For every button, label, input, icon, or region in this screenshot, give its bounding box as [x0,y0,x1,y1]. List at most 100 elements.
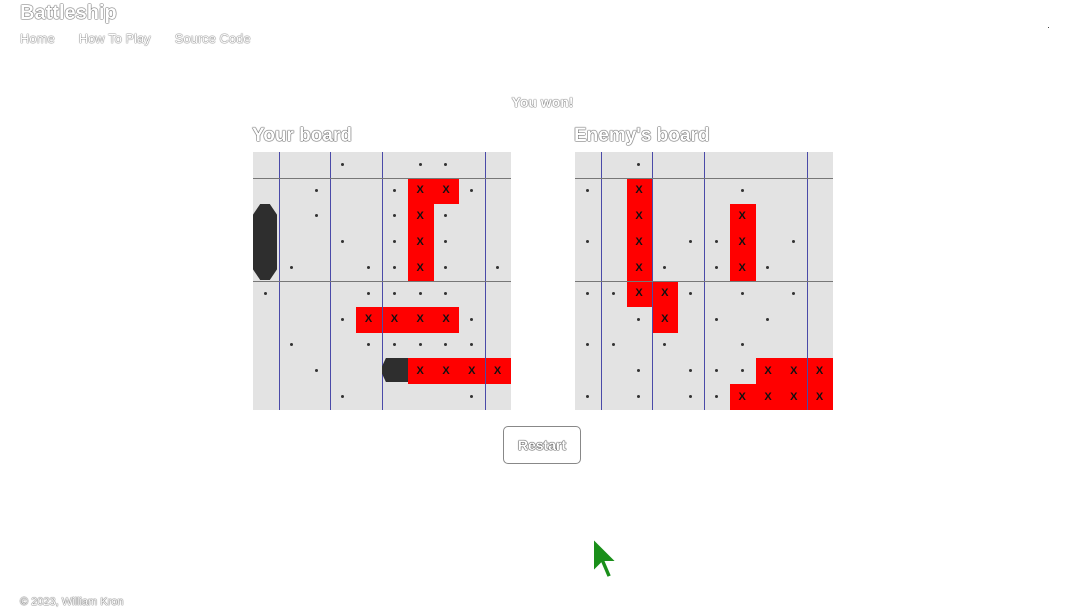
board-cell[interactable] [678,204,704,230]
board-cell[interactable] [807,204,833,230]
board-cell[interactable] [807,307,833,333]
board-cell[interactable] [756,204,782,230]
board-cell[interactable]: X [781,358,808,385]
board-cell[interactable] [601,255,627,281]
board-cell[interactable] [652,204,678,230]
board-cell[interactable] [652,358,678,384]
board-cell[interactable] [652,152,678,178]
board-cell[interactable] [678,152,704,178]
board-cell[interactable]: X [652,280,679,307]
board-cell[interactable] [575,358,601,384]
restart-button[interactable]: Restart [503,426,581,464]
board-cell[interactable] [575,178,601,204]
board-cell[interactable] [807,281,833,307]
board-cell[interactable] [756,255,782,281]
board-cell[interactable] [730,307,756,333]
nav-source-code-link[interactable]: Source Code [175,31,251,46]
board-cell[interactable] [756,333,782,359]
board-cell[interactable] [781,255,807,281]
board-cell[interactable]: X [729,255,756,281]
board-cell[interactable] [781,204,807,230]
board-cell[interactable] [807,333,833,359]
board-cell[interactable] [781,333,807,359]
board-cell[interactable] [678,229,704,255]
board-cell[interactable]: X [781,384,808,410]
board-cell[interactable]: X [626,255,653,281]
board-cell[interactable] [730,152,756,178]
board-cell[interactable]: X [807,384,833,410]
board-cell[interactable] [807,178,833,204]
nav-home-link[interactable]: Home [20,31,55,46]
board-cell[interactable] [730,178,756,204]
board-cell[interactable] [601,152,627,178]
board-cell[interactable] [756,229,782,255]
board-cell[interactable] [627,384,653,410]
board-cell[interactable] [601,178,627,204]
board-cell[interactable] [575,229,601,255]
board-cell[interactable] [601,204,627,230]
board-cell[interactable] [575,333,601,359]
enemy-board[interactable]: XXXXXXXXXXXXXXXXX [575,152,833,410]
board-cell[interactable] [704,229,730,255]
board-cell[interactable] [601,281,627,307]
board-cell[interactable]: X [626,280,653,307]
board-cell[interactable] [781,307,807,333]
board-cell[interactable] [652,255,678,281]
board-cell[interactable] [652,178,678,204]
board-cell[interactable] [781,178,807,204]
board-cell[interactable] [756,152,782,178]
board-cell[interactable] [575,152,601,178]
board-cell[interactable] [575,384,601,410]
board-cell[interactable] [704,384,730,410]
board-cell[interactable] [678,307,704,333]
board-cell[interactable] [678,281,704,307]
board-cell[interactable] [756,307,782,333]
board-cell[interactable] [730,333,756,359]
board-cell[interactable] [627,152,653,178]
board-cell[interactable] [704,152,730,178]
board-cell[interactable] [601,333,627,359]
board-cell[interactable] [807,255,833,281]
board-cell[interactable]: X [729,229,756,256]
board-cell[interactable] [627,307,653,333]
board-cell[interactable] [575,204,601,230]
board-cell[interactable] [678,255,704,281]
board-cell[interactable]: X [755,358,782,385]
board-cell[interactable] [756,178,782,204]
board-cell[interactable] [601,384,627,410]
board-cell[interactable]: X [652,306,679,333]
board-cell[interactable] [652,384,678,410]
board-cell[interactable] [601,358,627,384]
board-cell[interactable] [781,229,807,255]
board-cell[interactable]: X [626,203,653,230]
board-cell[interactable] [627,358,653,384]
board-cell[interactable] [704,307,730,333]
board-cell[interactable] [730,281,756,307]
board-cell[interactable]: X [729,203,756,230]
board-cell[interactable] [704,358,730,384]
board-cell[interactable]: X [755,384,782,410]
board-cell[interactable] [575,281,601,307]
board-cell[interactable] [704,333,730,359]
board-cell[interactable] [781,152,807,178]
board-cell[interactable] [678,358,704,384]
board-cell[interactable] [627,333,653,359]
board-cell[interactable] [678,178,704,204]
board-cell[interactable]: X [807,358,833,385]
board-cell[interactable] [704,255,730,281]
board-cell[interactable] [704,204,730,230]
board-cell[interactable] [652,229,678,255]
board-cell[interactable] [704,281,730,307]
board-cell[interactable]: X [626,229,653,256]
board-cell[interactable] [601,229,627,255]
board-cell[interactable] [756,281,782,307]
board-cell[interactable] [575,255,601,281]
board-cell[interactable]: X [626,177,653,204]
board-cell[interactable] [704,178,730,204]
board-cell[interactable] [807,152,833,178]
nav-how-to-play-link[interactable]: How To Play [79,31,151,46]
board-cell[interactable]: X [729,384,756,410]
board-cell[interactable] [575,307,601,333]
board-cell[interactable] [652,333,678,359]
board-cell[interactable] [807,229,833,255]
